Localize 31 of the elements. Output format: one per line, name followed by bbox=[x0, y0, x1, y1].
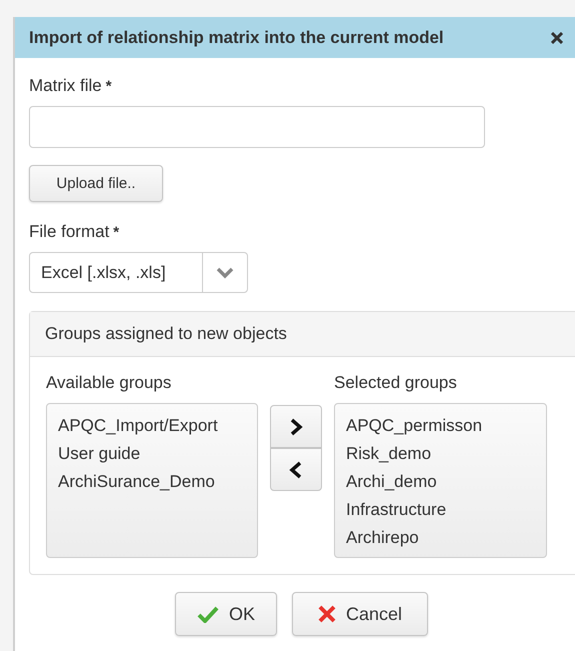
format-dropdown[interactable]: Excel [.xlsx, .xls] bbox=[29, 252, 248, 293]
cancel-button[interactable]: Cancel bbox=[292, 592, 428, 636]
chevron-left-icon[interactable] bbox=[289, 460, 303, 478]
group-list[interactable]: APQC_permisson Risk_demo Archi_demo Infrastructure Archirepo bbox=[334, 403, 547, 558]
field-label: File format bbox=[29, 222, 110, 242]
dialog-title: Import of relationship matrix into the current model bbox=[29, 28, 445, 48]
add-button[interactable] bbox=[270, 405, 322, 448]
list-item[interactable]: Risk_demo bbox=[346, 440, 546, 468]
ok-button[interactable]: OK bbox=[175, 592, 277, 636]
list-label: Selected groups bbox=[334, 373, 458, 393]
panel-title: Groups assigned to new objects bbox=[45, 324, 287, 344]
list-item[interactable]: Archirepo bbox=[346, 524, 546, 552]
required-mark: * bbox=[106, 78, 112, 95]
upload-button[interactable]: Upload file.. bbox=[29, 165, 163, 202]
list-item[interactable]: ArchiSurance_Demo bbox=[58, 468, 257, 496]
list-item[interactable]: Infrastructure bbox=[346, 496, 546, 524]
list-item[interactable]: User guide bbox=[58, 440, 257, 468]
close-icon[interactable] bbox=[551, 32, 563, 44]
required-mark: * bbox=[113, 224, 120, 241]
field-label: Matrix file bbox=[29, 76, 102, 96]
close-icon bbox=[318, 605, 336, 623]
remove-button[interactable] bbox=[270, 448, 322, 491]
list-item[interactable]: Archi_demo bbox=[346, 468, 546, 496]
list-item[interactable]: APQC_permisson bbox=[346, 412, 546, 440]
chevron-right-icon[interactable] bbox=[289, 418, 303, 436]
input-field[interactable] bbox=[29, 106, 485, 148]
list-label: Available groups bbox=[46, 373, 172, 393]
list-item[interactable]: APQC_Import/Export bbox=[58, 412, 257, 440]
chevron-down-icon[interactable] bbox=[216, 266, 234, 278]
group-list[interactable]: APQC_Import/Export User guide ArchiSurance_Demo bbox=[46, 403, 258, 558]
check-icon bbox=[196, 605, 219, 623]
